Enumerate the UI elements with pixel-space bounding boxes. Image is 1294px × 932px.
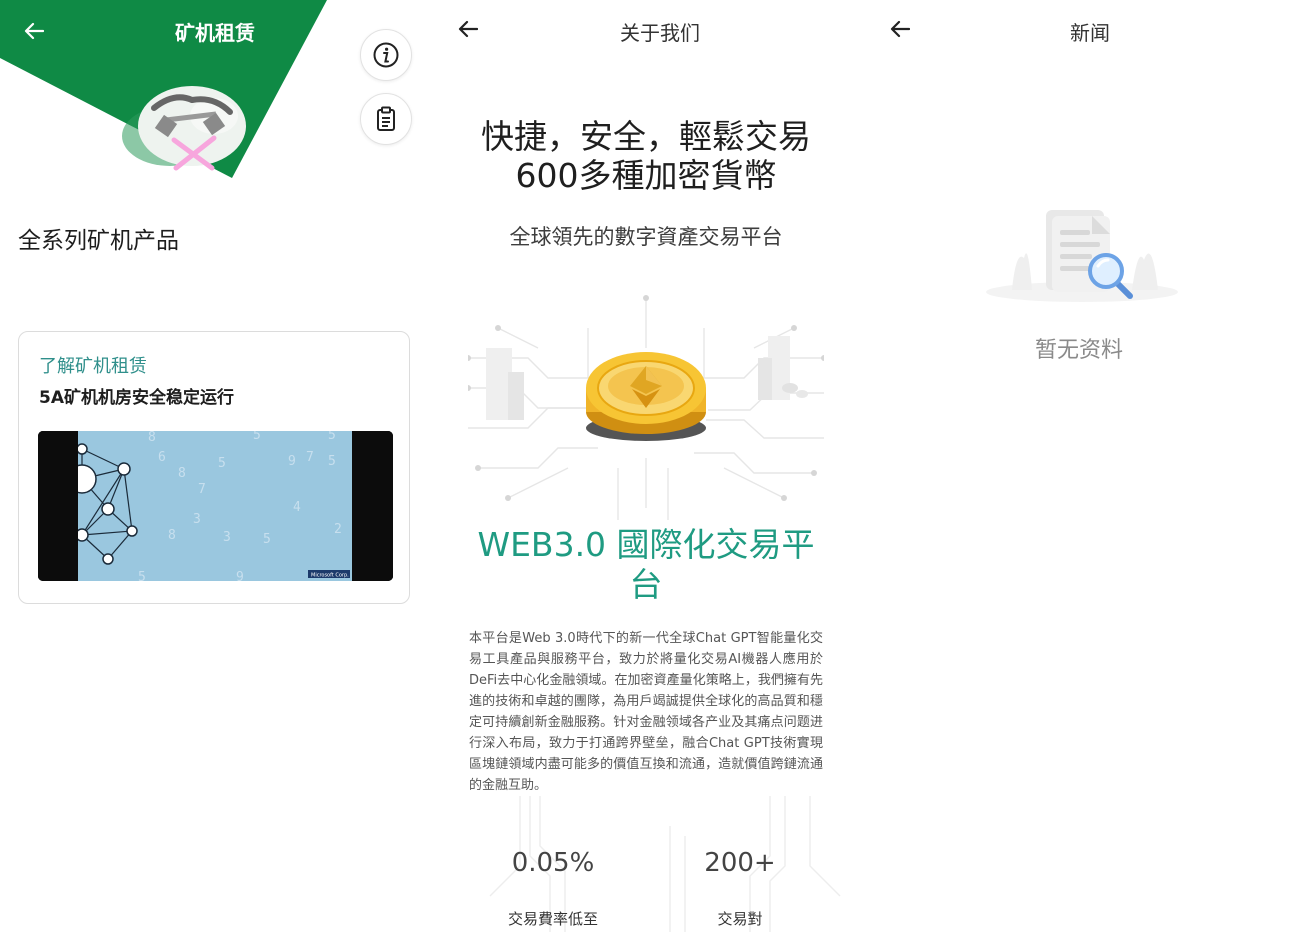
card-subtitle: 5A矿机机房安全稳定运行 bbox=[39, 388, 234, 408]
empty-state-text: 暂无资料 bbox=[1034, 338, 1123, 363]
back-button[interactable] bbox=[17, 14, 51, 48]
svg-text:3: 3 bbox=[223, 530, 231, 545]
info-icon bbox=[373, 42, 399, 68]
svg-text:5: 5 bbox=[253, 431, 261, 443]
about-description: 本平台是Web 3.0時代下的新一代全球Chat GPT智能量化交易工具產品與服… bbox=[469, 631, 823, 793]
stat-fee-label: 交易費率低至 bbox=[507, 910, 598, 928]
back-arrow-icon bbox=[458, 20, 478, 38]
stat-pairs-label: 交易對 bbox=[717, 910, 763, 928]
back-button[interactable] bbox=[451, 12, 485, 46]
back-button[interactable] bbox=[883, 12, 917, 46]
video-badge: Microsoft Corp. bbox=[311, 573, 349, 579]
web3-title: WEB3.0 國際化交易平台 bbox=[477, 525, 815, 604]
svg-text:9: 9 bbox=[288, 454, 296, 469]
slogan: 全球領先的數字資產交易平台 bbox=[509, 225, 783, 249]
hero-line-2: 600多種加密貨幣 bbox=[515, 156, 777, 195]
learn-mining-link[interactable]: 了解矿机租赁 bbox=[39, 352, 147, 378]
svg-text:4: 4 bbox=[293, 500, 301, 515]
page-title: 矿机租赁 bbox=[175, 21, 255, 45]
svg-text:3: 3 bbox=[193, 512, 201, 527]
info-button[interactable] bbox=[360, 29, 412, 81]
news-panel: 新闻 暂无资料 bbox=[862, 0, 1294, 932]
promo-video[interactable]: 887 559 752 535 938 465 Microsoft Corp. bbox=[38, 431, 393, 581]
page-title: 新闻 bbox=[1070, 21, 1110, 45]
stat-fee-value: 0.05% bbox=[511, 848, 595, 878]
page-title: 关于我们 bbox=[620, 21, 700, 45]
svg-text:5: 5 bbox=[138, 570, 146, 581]
records-button[interactable] bbox=[360, 93, 412, 145]
svg-text:8: 8 bbox=[178, 466, 186, 481]
clipboard-icon bbox=[377, 106, 395, 131]
svg-text:6: 6 bbox=[158, 450, 166, 465]
mining-rental-panel: 矿机租赁 全系列矿机产品 了解矿机租赁 5A矿机机房安全稳定运行 8 8 7 5… bbox=[0, 0, 430, 932]
empty-state-document-search-icon bbox=[986, 210, 1178, 302]
about-us-panel: 关于我们 快捷，安全，輕鬆交易 600多種加密貨幣 全球領先的數字資產交易平台 bbox=[430, 0, 862, 932]
svg-text:8: 8 bbox=[148, 431, 156, 445]
section-heading: 全系列矿机产品 bbox=[18, 228, 179, 254]
svg-text:7: 7 bbox=[306, 450, 314, 465]
svg-text:5: 5 bbox=[328, 431, 336, 443]
back-arrow-icon bbox=[890, 20, 910, 38]
hero-line-1: 快捷，安全，輕鬆交易 bbox=[481, 117, 811, 156]
svg-text:7: 7 bbox=[198, 482, 206, 497]
video-thumbnail: 887 559 7 52 535 938 465 Microsoft Corp. bbox=[38, 431, 393, 581]
eth-coin-illustration bbox=[468, 295, 824, 520]
mining-info-card: 了解矿机租赁 5A矿机机房安全稳定运行 887 559 752 535 938 … bbox=[18, 331, 410, 604]
pickaxe-mascot-icon bbox=[122, 86, 246, 171]
svg-text:2: 2 bbox=[334, 522, 342, 537]
svg-text:9: 9 bbox=[236, 570, 244, 581]
back-arrow-icon bbox=[24, 22, 44, 40]
svg-text:8: 8 bbox=[168, 528, 176, 543]
svg-text:5: 5 bbox=[328, 454, 336, 469]
svg-text:5: 5 bbox=[263, 532, 271, 547]
svg-text:5: 5 bbox=[218, 456, 226, 471]
stat-pairs-value: 200+ bbox=[704, 848, 776, 878]
